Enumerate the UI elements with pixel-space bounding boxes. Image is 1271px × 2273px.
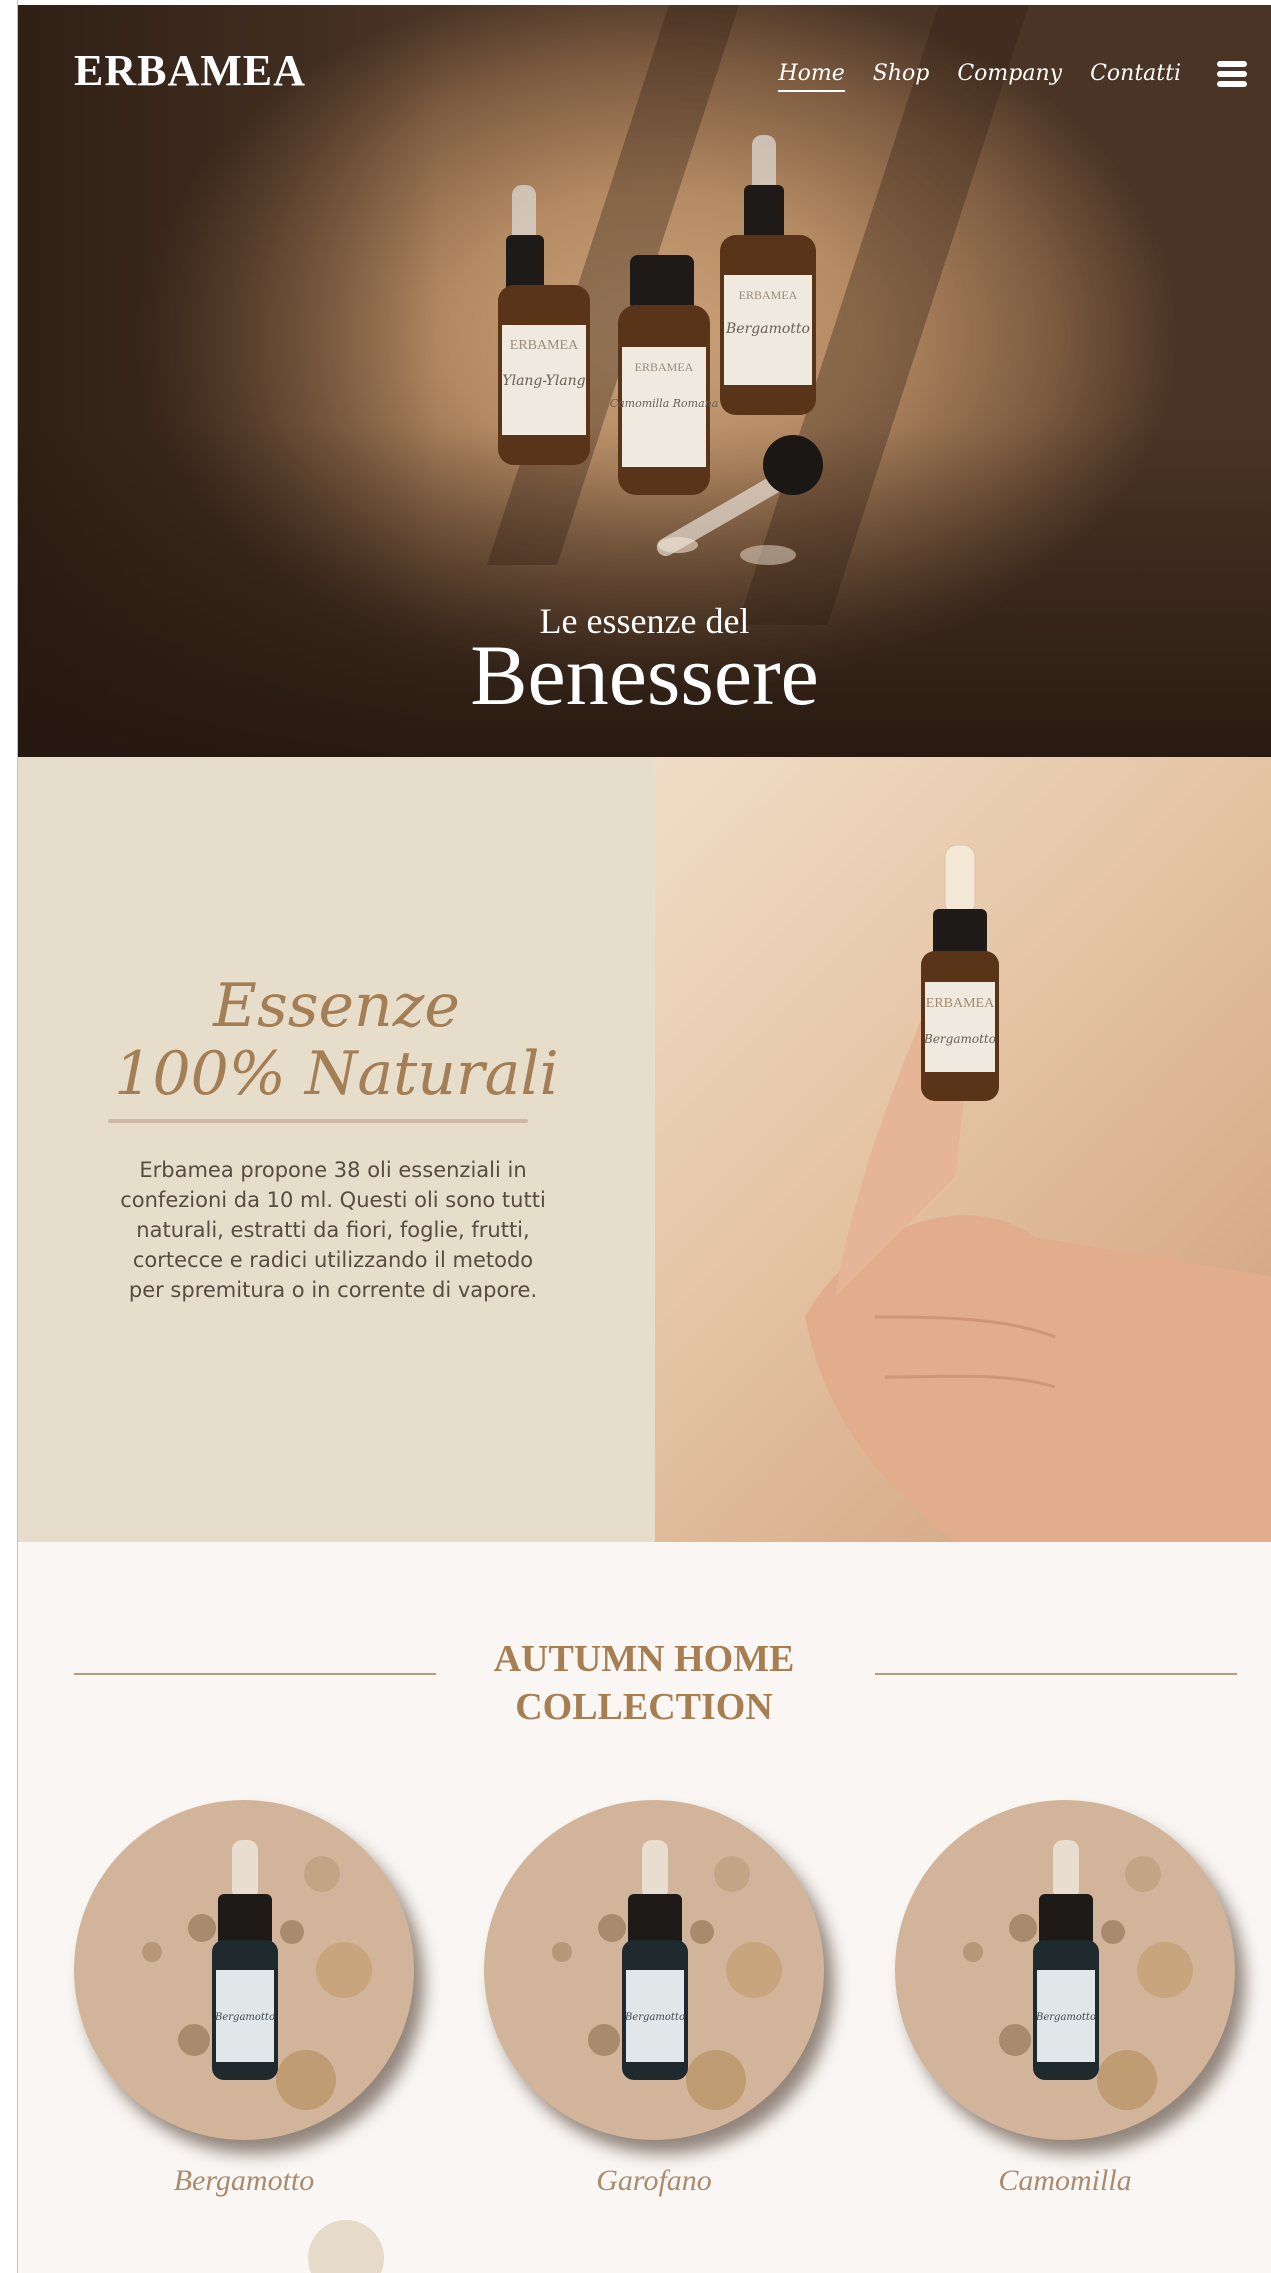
scroll-to-top-button[interactable] — [308, 2220, 384, 2273]
bottle-label-name: Bergamotto — [923, 1032, 996, 1046]
nav-item-contatti[interactable]: Contatti — [1090, 61, 1181, 92]
bottle-label-brand: ERBAMEA — [635, 360, 694, 374]
bottle-label-brand: ERBAMEA — [510, 338, 579, 353]
bottle-label-brand: ERBAMEA — [926, 996, 995, 1011]
bottle-label-brand: ERBAMEA — [739, 288, 798, 302]
product-card[interactable]: Bergamotto Camomilla — [895, 1800, 1235, 2198]
product-card[interactable]: Bergamotto Garofano — [484, 1800, 824, 2198]
essenze-heading-line2: 100% Naturali — [114, 1039, 559, 1109]
brush-divider — [108, 1119, 528, 1123]
hero-banner: ERBAMEA Ylang-Ylang ERBAMEA Bergamotto E… — [18, 5, 1271, 757]
essenze-heading-line1: Essenze — [213, 971, 460, 1041]
main-nav: Home Shop Company Contatti — [778, 61, 1181, 92]
product-bottle-illustration: Bergamotto — [963, 1840, 1193, 2110]
product-bottle-illustration: Bergamotto — [142, 1840, 372, 2110]
product-card[interactable]: Bergamotto Bergamotto — [74, 1800, 414, 2198]
page: ERBAMEA Ylang-Ylang ERBAMEA Bergamotto E… — [18, 5, 1271, 2273]
heading-divider-left — [74, 1673, 436, 1675]
nav-item-company[interactable]: Company — [957, 61, 1062, 92]
hero-title: Benessere — [470, 627, 819, 723]
hamburger-icon[interactable] — [1217, 61, 1247, 87]
essenze-section: Essenze 100% Naturali Erbamea propone 38… — [18, 757, 655, 1542]
essenze-description: Erbamea propone 38 oli essenziali in con… — [120, 1158, 546, 1302]
nav-item-home[interactable]: Home — [778, 61, 845, 92]
product-image[interactable]: Bergamotto — [895, 1800, 1235, 2140]
product-name[interactable]: Camomilla — [895, 2164, 1235, 2198]
product-name[interactable]: Bergamotto — [74, 2164, 414, 2198]
bottle-label-name: Camomilla Romana — [610, 397, 719, 410]
product-image[interactable]: Bergamotto — [484, 1800, 824, 2140]
product-image[interactable]: Bergamotto — [74, 1800, 414, 2140]
product-name[interactable]: Garofano — [484, 2164, 824, 2198]
heading-divider-right — [875, 1673, 1237, 1675]
brand-logo[interactable]: ERBAMEA — [74, 45, 306, 96]
bottle-label-name: Bergamotto — [1035, 2012, 1096, 2023]
collection-heading: AUTUMN HOME COLLECTION — [493, 1638, 795, 1728]
hero-bottles-image: ERBAMEA Ylang-Ylang ERBAMEA Bergamotto E… — [498, 135, 823, 565]
essenze-heading: Essenze 100% Naturali — [18, 972, 655, 1108]
bottle-label-name: Bergamotto — [725, 321, 810, 337]
hand-bottle-illustration: ERBAMEA Bergamotto — [805, 844, 1271, 1542]
hand-holding-bottle-image: ERBAMEA Bergamotto — [655, 757, 1271, 1542]
product-bottle-illustration: Bergamotto — [552, 1840, 782, 2110]
bottle-label-name: Bergamotto — [214, 2012, 275, 2023]
nav-item-shop[interactable]: Shop — [873, 61, 930, 92]
bottle-label-name: Ylang-Ylang — [502, 373, 585, 389]
bottle-label-name: Bergamotto — [624, 2012, 685, 2023]
